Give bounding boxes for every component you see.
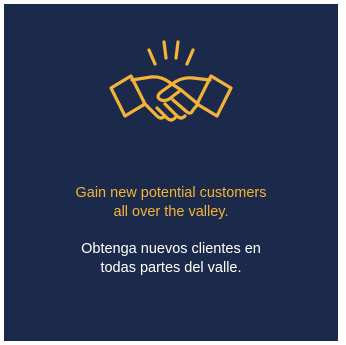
- headline-line-2: all over the valley.: [113, 204, 229, 220]
- handshake-icon: [4, 30, 338, 150]
- headline-spanish: Obtenga nuevos clientes en todas partes …: [4, 240, 338, 278]
- subline-line-1: Obtenga nuevos clientes en: [81, 241, 261, 257]
- headline-line-1: Gain new potential customers: [75, 185, 267, 201]
- headline-english: Gain new potential customers all over th…: [4, 184, 338, 222]
- promo-card: Gain new potential customers all over th…: [4, 4, 338, 341]
- subline-line-2: todas partes del valle.: [100, 260, 242, 276]
